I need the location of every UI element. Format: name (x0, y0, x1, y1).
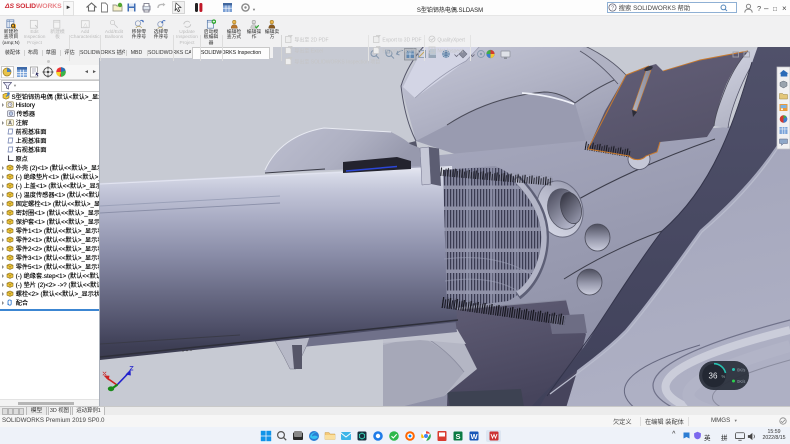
svg-text:△: △ (83, 22, 87, 28)
svg-text:S: S (455, 431, 460, 440)
svg-text:0K/s: 0K/s (737, 368, 745, 373)
svg-text:%: % (722, 374, 726, 379)
svg-text:0K/s: 0K/s (737, 379, 745, 384)
svg-text:36: 36 (709, 372, 718, 381)
svg-text:W: W (470, 431, 478, 440)
svg-text:?: ? (611, 5, 614, 11)
